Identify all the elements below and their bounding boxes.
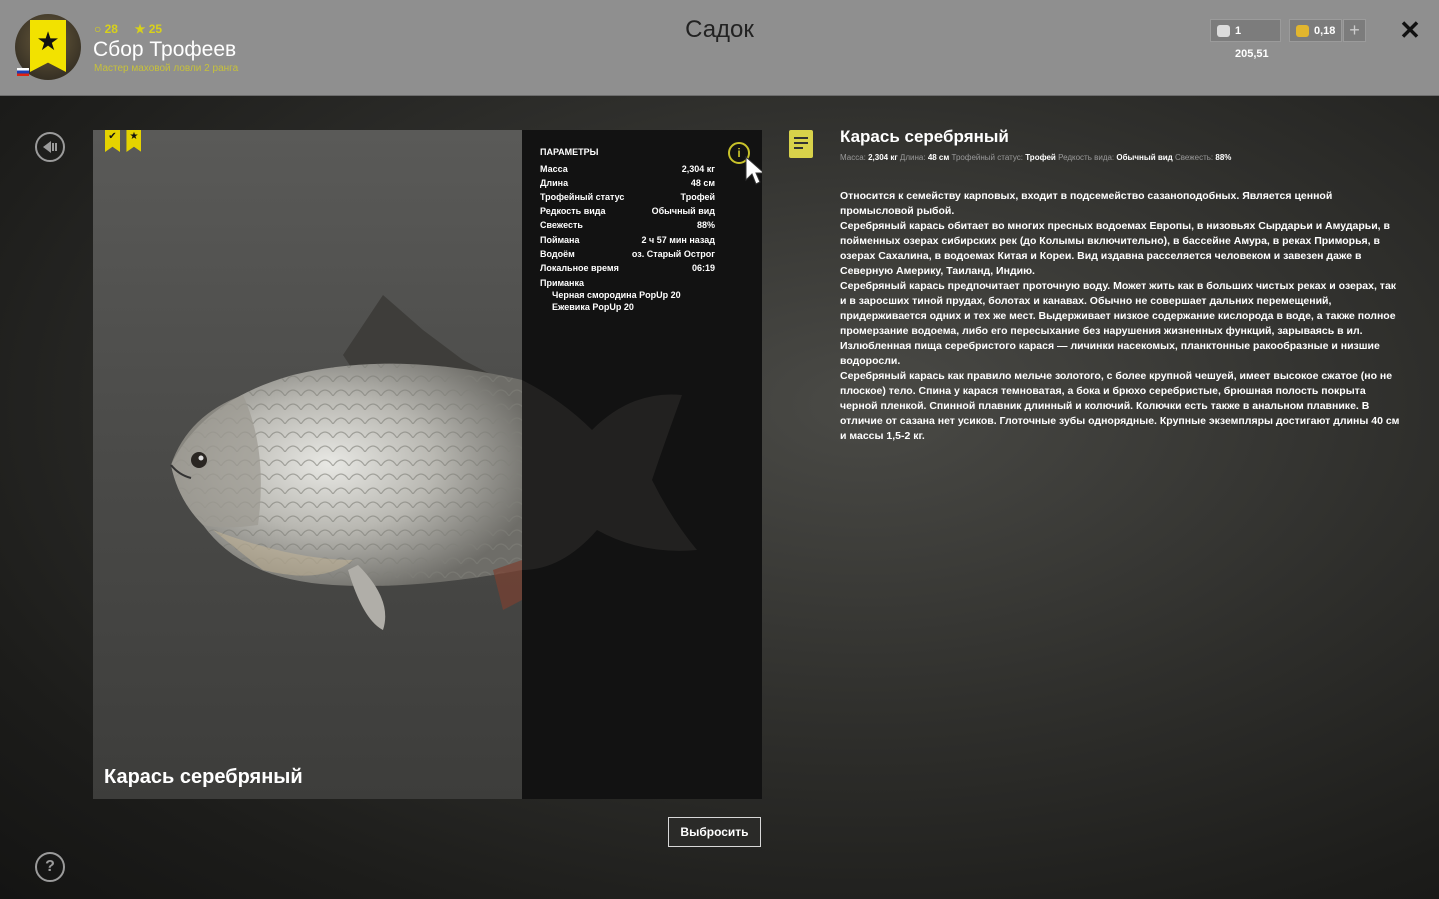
back-arrow-icon [43, 141, 57, 153]
param-row-length: Длина 48 см [540, 178, 715, 192]
document-icon [789, 130, 813, 158]
param-key: Трофейный статус [540, 192, 625, 202]
description-paragraph: Относится к семейству карповых, входит в… [840, 190, 1333, 217]
param-row-waterbody: Водоём оз. Старый Острог [540, 249, 715, 263]
param-row-freshness: Свежесть 88% [540, 220, 715, 234]
description-meta: Масса: 2,304 кг Длина: 48 см Трофейный с… [840, 153, 1231, 162]
param-row-local-time: Локальное время 06:19 [540, 263, 715, 277]
param-key: Длина [540, 178, 569, 188]
param-value: 2 ч 57 мин назад [641, 235, 716, 245]
bait-label: Приманка [540, 278, 584, 288]
meta-rarity-value: Обычный вид [1116, 153, 1173, 162]
gold-wallet: 0,18 [1289, 19, 1342, 42]
fish-image [170, 295, 522, 630]
param-key: Поймана [540, 235, 580, 245]
star-bookmark-icon[interactable]: ★ [126, 130, 142, 152]
fish-image-panel: ✔ ★ Карась серебряный [93, 130, 522, 799]
check-bookmark-icon[interactable]: ✔ [105, 130, 120, 152]
meta-rarity-label: Редкость вида: [1058, 153, 1115, 162]
bait-item: Ежевика PopUp 20 [552, 302, 634, 312]
param-value: 2,304 кг [681, 164, 715, 174]
bookmarks: ✔ ★ [105, 130, 143, 157]
param-row-rarity: Редкость вида Обычный вид [540, 206, 715, 220]
silver-coin-icon [1217, 25, 1230, 37]
russia-flag-icon [17, 68, 29, 76]
meta-trophy-value: Трофей [1025, 153, 1056, 162]
top-bar: ★ ○ 28 ★ 25 Сбор Трофеев Мастер маховой … [0, 0, 1439, 96]
param-value: 88% [696, 220, 715, 230]
meta-mass-label: Масса: [840, 153, 866, 162]
gold-amount: 0,18 [1314, 25, 1336, 37]
param-key: Редкость вида [540, 206, 606, 216]
meta-fresh-value: 88% [1215, 153, 1232, 162]
bait-item: Черная смородина PopUp 20 [552, 290, 681, 300]
release-button[interactable]: Выбросить [668, 817, 761, 847]
param-row-caught: Поймана 2 ч 57 мин назад [540, 235, 715, 249]
description-paragraph: Серебряный карась предпочитает проточную… [840, 280, 1397, 367]
meta-fresh-label: Свежесть: [1174, 153, 1214, 162]
param-value: Обычный вид [651, 206, 715, 216]
params-panel: ПАРАМЕТРЫ i Масса 2,304 кг Длина 48 см Т… [522, 130, 762, 799]
param-key: Свежесть [540, 220, 583, 230]
description-paragraph: Серебряный карась как правило мельче зол… [840, 370, 1400, 442]
param-value: оз. Старый Острог [631, 249, 715, 259]
description-paragraph: Серебряный карась обитает во многих прес… [840, 220, 1390, 277]
param-value: 48 см [690, 178, 715, 188]
mouse-cursor-icon [745, 156, 762, 185]
silver-wallet: 1 205,51 [1210, 19, 1281, 60]
player-rank: Мастер маховой ловли 2 ранга [94, 63, 239, 74]
gold-coin-icon [1296, 25, 1309, 37]
description-title: Карась серебряный [840, 127, 1009, 146]
description-text: Относится к семейству карповых, входит в… [840, 189, 1400, 444]
param-row-mass: Масса 2,304 кг [540, 164, 715, 178]
meta-trophy-label: Трофейный статус: [951, 153, 1023, 162]
back-button[interactable] [35, 132, 65, 162]
close-button[interactable]: ✕ [1396, 16, 1424, 44]
help-button[interactable]: ? [35, 852, 65, 882]
param-key: Масса [540, 164, 568, 174]
param-key: Локальное время [540, 263, 619, 273]
param-row-trophy: Трофейный статус Трофей [540, 192, 715, 206]
param-key: Водоём [540, 249, 575, 259]
meta-mass-value: 2,304 кг [868, 153, 898, 162]
silver-amount: 1 205,51 [1235, 25, 1269, 60]
add-currency-button[interactable]: + [1343, 19, 1366, 42]
params-title: ПАРАМЕТРЫ [540, 147, 599, 157]
param-value: 06:19 [691, 263, 715, 273]
meta-length-label: Длина: [899, 153, 926, 162]
meta-length-value: 48 см [927, 153, 950, 162]
fish-name-caption: Карась серебряный [104, 766, 303, 788]
param-value: Трофей [680, 192, 715, 202]
